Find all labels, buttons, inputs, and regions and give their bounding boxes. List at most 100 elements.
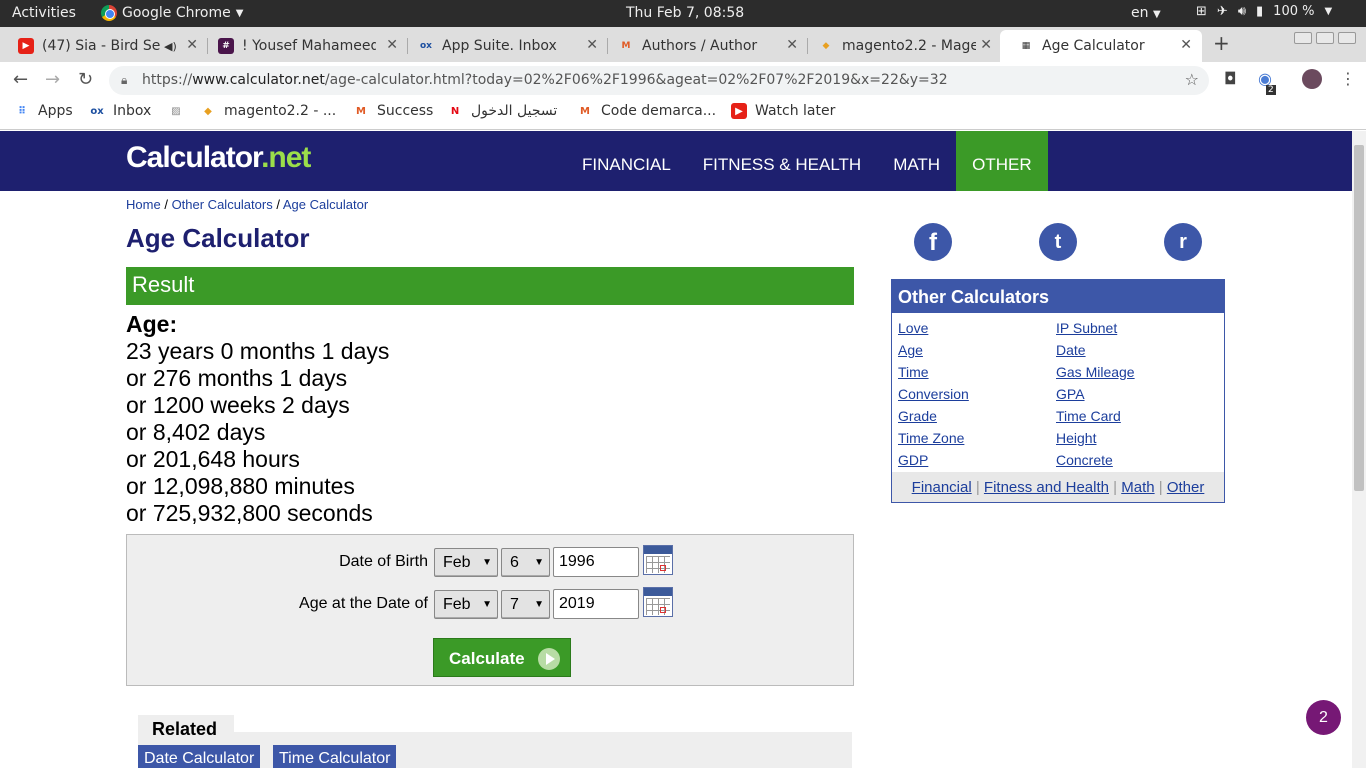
network-icon: ⊞ (1196, 4, 1207, 19)
pocket-icon[interactable]: ◘ (1224, 69, 1237, 88)
breadcrumb-age-calculator[interactable]: Age Calculator (283, 197, 368, 212)
bookmark-star-icon[interactable]: ☆ (1185, 70, 1199, 89)
window-controls[interactable] (1294, 32, 1356, 44)
lock-icon[interactable]: 🔒︎ (121, 73, 127, 88)
bookmark-code-demarca[interactable]: M Code demarca... (577, 103, 716, 119)
tab-magento[interactable]: ◆ magento2.2 - Mager ✕ (800, 30, 1002, 62)
footer-other[interactable]: Other (1167, 479, 1205, 496)
facebook-icon[interactable]: f (914, 223, 952, 261)
at-month-select[interactable]: Feb ▼ (434, 590, 498, 619)
close-icon[interactable]: ✕ (386, 37, 398, 53)
link-love[interactable]: Love (898, 320, 928, 336)
dob-month-select[interactable]: Feb ▼ (434, 548, 498, 577)
nav-financial[interactable]: FINANCIAL (566, 131, 687, 191)
breadcrumb-home[interactable]: Home (126, 197, 161, 212)
close-icon[interactable]: ✕ (786, 37, 798, 53)
site-logo[interactable]: Calculator.net (126, 141, 311, 175)
magento-icon: M (580, 105, 590, 117)
close-icon[interactable]: ✕ (186, 37, 198, 53)
back-arrow-icon[interactable]: ← (13, 69, 28, 90)
page-content: Calculator.net FINANCIAL FITNESS & HEALT… (0, 131, 1352, 768)
bookmark-label: Code demarca... (601, 103, 717, 119)
bookmark-watch-later[interactable]: ▶ Watch later (731, 103, 835, 119)
bookmark-netflix[interactable]: N تسجيل الدخول (447, 103, 557, 119)
calculate-button[interactable]: Calculate (433, 638, 571, 677)
link-grade[interactable]: Grade (898, 408, 937, 424)
close-icon[interactable]: ✕ (980, 37, 992, 53)
apps-grid-icon: ⠿ (18, 105, 26, 117)
notification-badge[interactable]: 2 (1306, 700, 1341, 735)
related-date-calculator[interactable]: Date Calculator (138, 745, 261, 768)
link-time-card[interactable]: Time Card (1056, 408, 1121, 424)
youtube-icon: ▶ (731, 103, 747, 119)
address-bar[interactable]: 🔒︎ https://www.calculator.net/age-calcul… (109, 66, 1209, 95)
activities-button[interactable]: Activities (12, 5, 76, 21)
menu-dots-icon[interactable]: ⋮ (1340, 69, 1356, 88)
bookmark-success[interactable]: M Success (353, 103, 433, 119)
minimize-icon[interactable] (1294, 32, 1312, 44)
link-age[interactable]: Age (898, 342, 923, 358)
link-gas-mileage[interactable]: Gas Mileage (1056, 364, 1135, 380)
link-concrete[interactable]: Concrete (1056, 452, 1113, 468)
scrollbar-thumb[interactable] (1354, 145, 1364, 491)
clock[interactable]: Thu Feb 7, 08:58 (626, 5, 744, 21)
link-gpa[interactable]: GPA (1056, 386, 1085, 402)
related-section: Related Date Calculator Time Calculator (126, 715, 854, 768)
maximize-icon[interactable] (1316, 32, 1334, 44)
dob-year-input[interactable]: 1996 (553, 547, 639, 577)
link-time[interactable]: Time (898, 364, 929, 380)
calendar-mark (660, 607, 666, 613)
new-tab-button[interactable]: + (1213, 31, 1230, 55)
bookmark-inbox[interactable]: ox Inbox (89, 103, 151, 119)
reddit-icon[interactable]: r (1164, 223, 1202, 261)
avatar[interactable] (1302, 69, 1322, 89)
magento-icon: ◆ (204, 105, 212, 117)
reload-icon[interactable]: ↻ (78, 69, 93, 90)
page-scrollbar[interactable] (1352, 131, 1366, 768)
forward-arrow-icon[interactable]: → (45, 69, 60, 90)
link-gdp[interactable]: GDP (898, 452, 928, 468)
footer-fitness-health[interactable]: Fitness and Health (984, 479, 1109, 496)
bookmark-apps[interactable]: ⠿ Apps (14, 103, 73, 119)
link-height[interactable]: Height (1056, 430, 1096, 446)
extension-icon[interactable]: ◉2 (1258, 69, 1282, 95)
tab-strip: ▶ (47) Sia - Bird Set ◀) ✕ # ! Yousef Ma… (0, 27, 1366, 62)
youtube-icon: ▶ (18, 38, 34, 54)
related-heading: Related (138, 715, 234, 745)
browser-toolbar: ← → ↻ 🔒︎ https://www.calculator.net/age-… (0, 62, 1366, 98)
close-icon[interactable]: ✕ (1180, 37, 1192, 53)
app-menu[interactable]: Google Chrome ▼ (101, 5, 243, 21)
result-line: or 725,932,800 seconds (126, 500, 373, 526)
link-ip-subnet[interactable]: IP Subnet (1056, 320, 1117, 336)
at-day-select[interactable]: 7 ▼ (501, 590, 550, 619)
tab-slack[interactable]: # ! Yousef Mahameed ✕ (200, 30, 408, 62)
tab-youtube[interactable]: ▶ (47) Sia - Bird Set ◀) ✕ (0, 30, 208, 62)
link-conversion[interactable]: Conversion (898, 386, 969, 402)
system-tray[interactable]: ⊞ ✈ 🔊︎ ▮ 100 % ▼ (1196, 4, 1332, 19)
twitter-icon[interactable]: t (1039, 223, 1077, 261)
dob-day-select[interactable]: 6 ▼ (501, 548, 550, 577)
bookmark-image[interactable]: ▨ (168, 103, 184, 119)
tab-app-suite[interactable]: ox App Suite. Inbox ✕ (400, 30, 608, 62)
calendar-icon[interactable] (643, 545, 673, 575)
nav-fitness-health[interactable]: FITNESS & HEALTH (687, 131, 877, 191)
breadcrumb-other-calculators[interactable]: Other Calculators (172, 197, 273, 212)
related-time-calculator[interactable]: Time Calculator (273, 745, 397, 768)
footer-financial[interactable]: Financial (912, 479, 972, 496)
at-year-input[interactable]: 2019 (553, 589, 639, 619)
calendar-icon[interactable] (643, 587, 673, 617)
bookmark-magento[interactable]: ◆ magento2.2 - ... (200, 103, 336, 119)
close-icon[interactable]: ✕ (586, 37, 598, 53)
tab-title: App Suite. Inbox (442, 38, 557, 54)
footer-math[interactable]: Math (1121, 479, 1154, 496)
nav-math[interactable]: MATH (877, 131, 956, 191)
nav-other[interactable]: OTHER (956, 131, 1048, 191)
link-time-zone[interactable]: Time Zone (898, 430, 964, 446)
link-date[interactable]: Date (1056, 342, 1086, 358)
tab-authors[interactable]: M Authors / Author ✕ (600, 30, 808, 62)
breadcrumb-separator: / (276, 197, 280, 212)
result-line: 23 years 0 months 1 days (126, 338, 390, 364)
tab-age-calculator[interactable]: ▦ Age Calculator ✕ (1000, 30, 1202, 62)
close-window-icon[interactable] (1338, 32, 1356, 44)
keyboard-language[interactable]: en ▼ (1131, 5, 1161, 21)
